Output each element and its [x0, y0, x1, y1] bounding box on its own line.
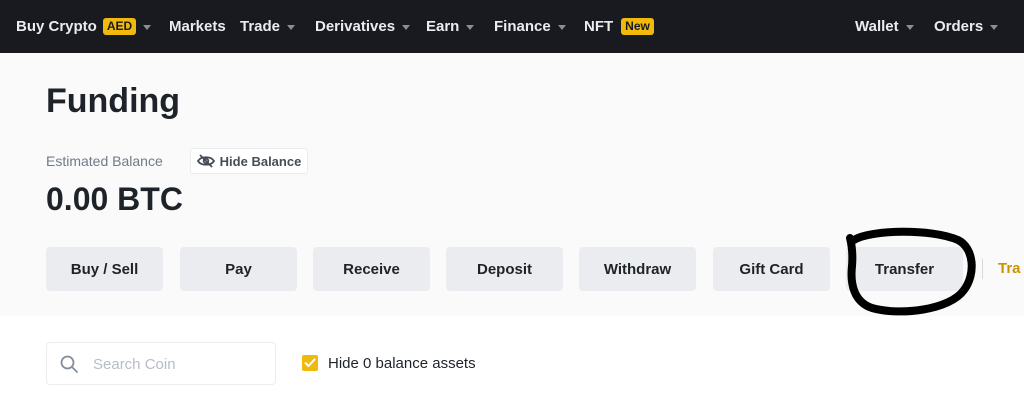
search-coin-input[interactable] — [93, 353, 263, 375]
withdraw-button[interactable]: Withdraw — [579, 247, 696, 291]
gift-card-button[interactable]: Gift Card — [713, 247, 830, 291]
checkmark-icon — [304, 358, 316, 367]
nav-item-buy-crypto[interactable]: Buy Crypto AED — [16, 0, 152, 53]
vertical-divider — [982, 259, 983, 279]
search-coin-field[interactable] — [46, 342, 276, 385]
nav-item-label: NFT — [584, 18, 614, 35]
chevron-down-icon — [990, 25, 999, 30]
nav-item-label: Orders — [934, 18, 984, 35]
nav-item-derivatives[interactable]: Derivatives — [315, 0, 411, 53]
nav-item-trade[interactable]: Trade — [240, 0, 296, 53]
page-title: Funding — [46, 82, 181, 120]
nav-item-label: Wallet — [855, 18, 899, 35]
nav-item-label: Trade — [240, 18, 281, 35]
receive-button[interactable]: Receive — [313, 247, 430, 291]
nav-item-wallet[interactable]: Wallet — [855, 0, 914, 53]
hide-balance-button[interactable]: Hide Balance — [190, 148, 308, 174]
nav-item-orders[interactable]: Orders — [934, 0, 999, 53]
chevron-down-icon — [402, 25, 411, 30]
hide-zero-balance-label[interactable]: Hide 0 balance assets — [328, 355, 476, 372]
chevron-down-icon — [143, 25, 152, 30]
new-badge: New — [621, 18, 654, 35]
nav-item-finance[interactable]: Finance — [494, 0, 566, 53]
pay-button[interactable]: Pay — [180, 247, 297, 291]
deposit-button[interactable]: Deposit — [446, 247, 563, 291]
estimated-balance-label: Estimated Balance — [46, 153, 163, 169]
balance-value: 0.00 BTC — [46, 181, 183, 217]
nav-item-label: Derivatives — [315, 18, 396, 35]
transfer-button[interactable]: Transfer — [846, 247, 963, 291]
eye-off-icon — [196, 154, 215, 168]
chevron-down-icon — [905, 25, 914, 30]
nav-item-label: Markets — [169, 18, 226, 35]
transaction-history-link[interactable]: Tra — [998, 260, 1021, 277]
nav-item-earn[interactable]: Earn — [426, 0, 475, 53]
nav-item-label: Buy Crypto — [16, 18, 97, 35]
currency-badge: AED — [102, 18, 137, 35]
buy-sell-button[interactable]: Buy / Sell — [46, 247, 163, 291]
top-navigation-bar: Buy Crypto AED Markets Trade Derivatives… — [0, 0, 1024, 53]
nav-item-markets[interactable]: Markets — [169, 0, 226, 53]
nav-item-nft[interactable]: NFT New — [584, 0, 654, 53]
chevron-down-icon — [466, 25, 475, 30]
hide-balance-label: Hide Balance — [219, 153, 302, 169]
nav-item-label: Earn — [426, 18, 460, 35]
nav-item-label: Finance — [494, 18, 551, 35]
chevron-down-icon — [557, 25, 566, 30]
hide-zero-balance-checkbox[interactable] — [302, 355, 318, 371]
chevron-down-icon — [287, 25, 296, 30]
search-icon — [60, 355, 78, 373]
